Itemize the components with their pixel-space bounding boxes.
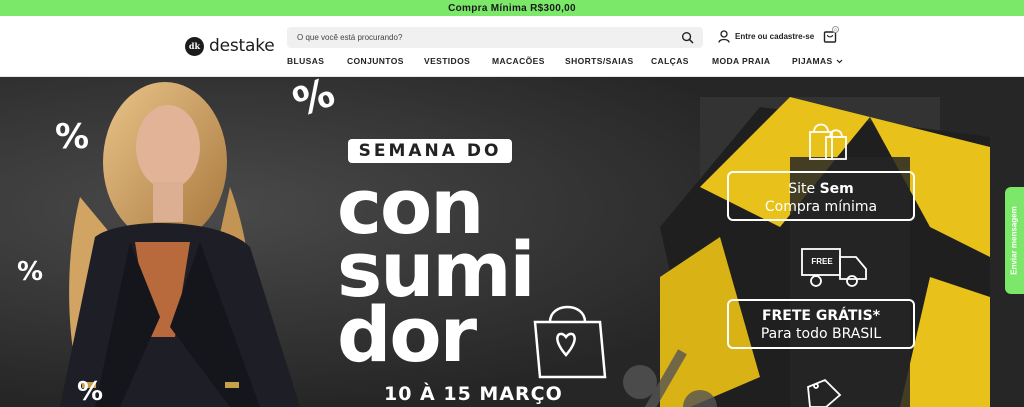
percent-decoration: %: [77, 377, 104, 407]
logo-text: destake: [209, 36, 275, 56]
promo-text: Compra Mínima R$300,00: [448, 2, 576, 14]
cart-count-badge: 0: [832, 26, 839, 33]
search-icon[interactable]: [681, 31, 694, 44]
free-shipping-box: FRETE GRÁTIS* Para todo BRASIL: [727, 299, 915, 349]
percent-decoration: %: [17, 257, 44, 287]
send-message-label: Enviar mensagem: [1010, 206, 1020, 275]
percent-decoration: %: [55, 117, 90, 157]
box1-line1-b: Sem: [819, 181, 854, 197]
no-minimum-box: Site Sem Compra mínima: [727, 171, 915, 221]
search-bar: [287, 27, 703, 48]
main-nav: BLUSAS CONJUNTOS VESTIDOS MACACÕES SHORT…: [287, 56, 843, 66]
nav-item-vestidos[interactable]: VESTIDOS: [424, 56, 492, 66]
site-header: dk destake Entre ou cadastre-se 0 BLUSAS…: [0, 16, 1024, 77]
nav-item-moda-praia[interactable]: MODA PRAIA: [712, 56, 792, 66]
semana-badge-text: SEMANA DO: [358, 141, 502, 161]
user-icon: [718, 30, 730, 43]
hero-banner[interactable]: % % % % SEMANA DO con sumi dor 10 À 15 M…: [0, 77, 1024, 407]
box1-line1-a: Site: [788, 181, 820, 197]
nav-item-calcas[interactable]: CALÇAS: [651, 56, 712, 66]
chevron-down-icon: [836, 59, 843, 63]
logo-mark-icon: dk: [185, 36, 204, 56]
box2-line1: FRETE GRÁTIS*: [761, 308, 881, 324]
nav-item-macacoes[interactable]: MACACÕES: [492, 56, 565, 66]
account-label: Entre ou cadastre-se: [735, 32, 815, 41]
cart-button[interactable]: 0: [823, 26, 839, 45]
semana-badge: SEMANA DO: [348, 139, 512, 163]
search-input[interactable]: [287, 27, 677, 48]
nav-item-shorts-saias[interactable]: SHORTS/SAIAS: [565, 56, 651, 66]
box2-line2: Para todo BRASIL: [760, 326, 882, 342]
hero-date: 10 À 15 MARÇO: [384, 383, 563, 405]
send-message-tab[interactable]: Enviar mensagem: [1005, 187, 1024, 294]
hero-word-dor: dor: [337, 290, 477, 379]
truck-free-label: FREE: [811, 256, 833, 266]
account-link[interactable]: Entre ou cadastre-se: [718, 30, 814, 43]
logo[interactable]: dk destake: [185, 36, 275, 56]
nav-item-pijamas[interactable]: PIJAMAS: [792, 56, 843, 66]
promo-topbar: Compra Mínima R$300,00: [0, 0, 1024, 16]
nav-item-conjuntos[interactable]: CONJUNTOS: [347, 56, 424, 66]
nav-item-blusas[interactable]: BLUSAS: [287, 56, 347, 66]
box1-line2: Compra mínima: [764, 199, 878, 215]
